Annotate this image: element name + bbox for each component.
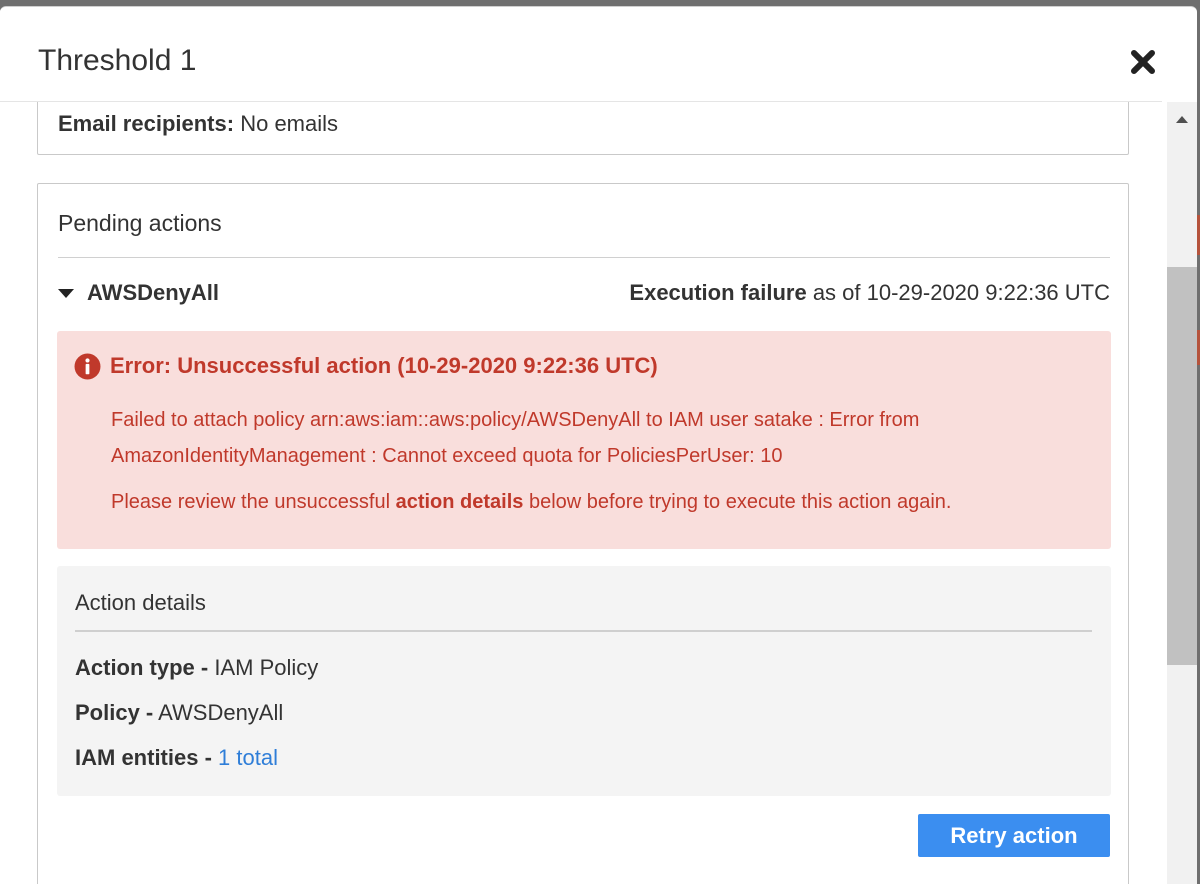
caret-down-icon[interactable] — [58, 289, 74, 298]
pending-actions-title: Pending actions — [58, 210, 222, 236]
error-title: Error: Unsuccessful action (10-29-2020 9… — [110, 353, 658, 378]
error-note-prefix: Please review the unsuccessful — [111, 491, 396, 513]
action-name[interactable]: AWSDenyAll — [87, 280, 219, 306]
error-message-line: Failed to attach policy arn:aws:iam::aws… — [111, 409, 920, 431]
pending-actions-panel: Pending actions AWSDenyAll Execution fai… — [37, 183, 1129, 884]
error-message-line: AmazonIdentityManagement : Cannot exceed… — [111, 445, 783, 467]
error-note: Please review the unsuccessful action de… — [111, 491, 951, 514]
error-note-suffix: below before trying to execute this acti… — [523, 491, 952, 513]
iam-entities-label: IAM entities - — [75, 745, 212, 770]
info-icon — [74, 353, 101, 380]
action-row: AWSDenyAll Execution failure as of 10-29… — [58, 280, 1110, 310]
scrollbar[interactable] — [1167, 102, 1197, 884]
email-recipients-value: No emails — [240, 111, 339, 136]
modal-body: Email recipients: No emails Pending acti… — [0, 102, 1167, 884]
error-alert: Error: Unsuccessful action (10-29-2020 9… — [57, 331, 1111, 549]
threshold-modal: Threshold 1 Email recipients: No emails … — [0, 6, 1197, 884]
retry-action-button[interactable]: Retry action — [918, 814, 1110, 857]
policy-label: Policy - — [75, 700, 154, 725]
divider — [75, 630, 1092, 632]
scrollbar-thumb[interactable] — [1167, 267, 1197, 665]
close-button[interactable] — [1128, 47, 1158, 77]
action-type-label: Action type - — [75, 655, 209, 680]
error-message: Failed to attach policy arn:aws:iam::aws… — [111, 402, 1091, 474]
execution-status-label: Execution failure — [629, 280, 807, 305]
execution-status: Execution failure as of 10-29-2020 9:22:… — [629, 280, 1110, 306]
email-recipients-label: Email recipients: — [58, 111, 235, 136]
execution-status-time: as of 10-29-2020 9:22:36 UTC — [812, 280, 1110, 305]
modal-header: Threshold 1 — [0, 7, 1162, 102]
policy-value: AWSDenyAll — [158, 700, 284, 725]
email-recipients: Email recipients: No emails — [58, 111, 338, 137]
divider — [58, 257, 1110, 258]
action-type-row: Action type - IAM Policy — [75, 655, 318, 681]
modal-title: Threshold 1 — [38, 44, 197, 77]
notification-panel: Email recipients: No emails — [37, 102, 1129, 155]
policy-row: Policy - AWSDenyAll — [75, 700, 283, 726]
action-details-title: Action details — [75, 590, 206, 615]
iam-entities-row: IAM entities - 1 total — [75, 745, 278, 771]
scroll-up-arrow-icon[interactable] — [1176, 116, 1188, 123]
action-type-value: IAM Policy — [214, 655, 319, 680]
close-icon — [1131, 50, 1155, 74]
iam-entities-link[interactable]: 1 total — [218, 745, 278, 770]
error-note-bold: action details — [395, 491, 524, 513]
action-details: Action details Action type - IAM Policy … — [57, 566, 1111, 796]
